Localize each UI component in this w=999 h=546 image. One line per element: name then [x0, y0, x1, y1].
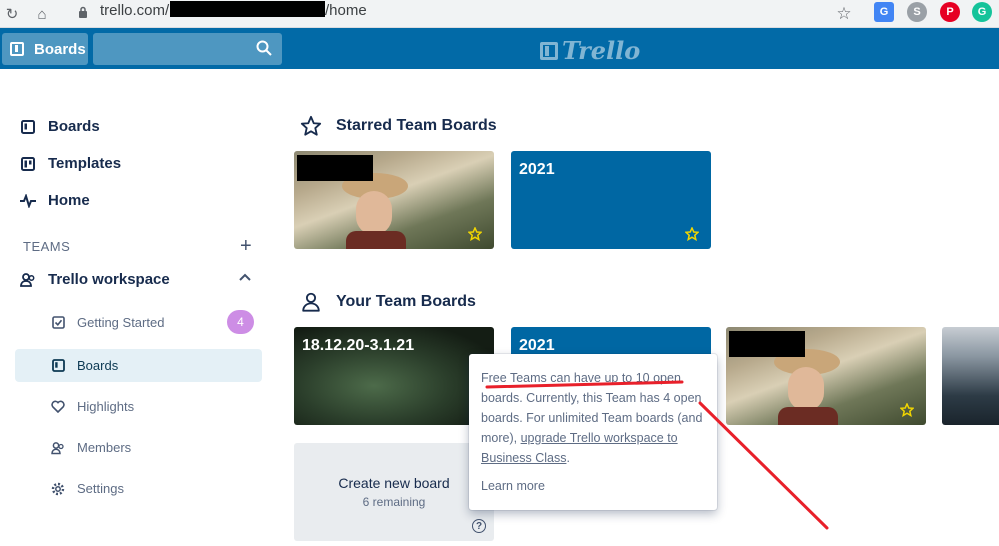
- redacted-board-title: [297, 155, 373, 181]
- pinterest-extension-icon[interactable]: P: [940, 2, 960, 22]
- star-icon[interactable]: [900, 403, 914, 417]
- grammarly-extension-icon[interactable]: G: [972, 2, 992, 22]
- url-prefix[interactable]: trello.com/: [100, 2, 169, 19]
- home-icon[interactable]: ⌂: [32, 4, 52, 24]
- board-background: [356, 191, 392, 235]
- board-tile[interactable]: 2021: [511, 151, 711, 249]
- add-team-icon[interactable]: +: [240, 236, 252, 256]
- boards-remaining: 6 remaining: [362, 495, 426, 509]
- board-title: 18.12.20-3.1.21: [302, 337, 415, 354]
- sidebar-item-team-boards[interactable]: Boards: [15, 349, 262, 382]
- star-outline-icon: [300, 115, 322, 136]
- teams-section-label: TEAMS: [23, 239, 71, 254]
- sidebar-item-boards[interactable]: Boards: [20, 118, 100, 135]
- sidebar-item-label: Getting Started: [77, 315, 165, 330]
- board-tile[interactable]: [294, 151, 494, 249]
- sidebar-item-label: Boards: [48, 118, 100, 135]
- team-icon: [20, 272, 35, 287]
- browser-toolbar: ↻ ⌂ trello.com/ /home ☆ G S P G: [0, 0, 999, 28]
- heart-icon: [51, 400, 65, 414]
- sidebar-item-label: Highlights: [77, 399, 135, 414]
- activity-icon: [20, 193, 36, 209]
- board-icon: [10, 42, 24, 56]
- create-board-tile[interactable]: Create new board 6 remaining ?: [294, 443, 494, 541]
- search-box[interactable]: [93, 33, 282, 65]
- translate-extension-icon[interactable]: G: [874, 2, 894, 22]
- trello-logo[interactable]: Trello: [540, 36, 640, 65]
- sidebar-item-settings[interactable]: Settings: [15, 472, 262, 505]
- popover-text-end: .: [566, 451, 570, 465]
- sidebar-item-highlights[interactable]: Highlights: [15, 390, 262, 423]
- star-icon[interactable]: [685, 227, 699, 241]
- reload-icon[interactable]: ↻: [2, 4, 22, 24]
- sidebar-item-getting-started[interactable]: Getting Started: [15, 306, 262, 339]
- bookmark-star-icon[interactable]: ☆: [834, 4, 854, 24]
- board-icon: [51, 359, 65, 373]
- board-background: [788, 367, 824, 411]
- sidebar-item-label: Boards: [77, 358, 119, 373]
- boards-menu-button[interactable]: Boards: [2, 33, 88, 65]
- board-background: [346, 231, 406, 249]
- boards-menu-label: Boards: [34, 40, 86, 58]
- sidebar-item-label: Settings: [77, 481, 124, 496]
- board-tile[interactable]: 18.12.20-3.1.21: [294, 327, 494, 425]
- search-icon[interactable]: [256, 40, 272, 56]
- help-icon[interactable]: ?: [472, 519, 486, 533]
- board-title: 2021: [519, 161, 555, 178]
- workspace-header[interactable]: Trello workspace: [20, 271, 170, 288]
- section-title: Starred Team Boards: [336, 117, 497, 134]
- learn-more-link[interactable]: Learn more: [481, 476, 705, 496]
- redacted-url-segment: [170, 1, 325, 17]
- star-icon[interactable]: [468, 227, 482, 241]
- trello-logo-icon: [540, 41, 558, 60]
- board-title: 2021: [519, 337, 555, 354]
- trello-logo-text: Trello: [562, 36, 641, 65]
- search-input[interactable]: [93, 33, 253, 65]
- skype-extension-icon[interactable]: S: [907, 2, 927, 22]
- chevron-up-icon[interactable]: [238, 270, 252, 284]
- board-tile[interactable]: [942, 327, 999, 425]
- sidebar-item-label: Templates: [48, 155, 122, 172]
- team-boards-heading: Your Team Boards: [300, 291, 476, 313]
- sidebar-item-label: Home: [48, 192, 90, 209]
- checkbox-icon: [51, 316, 65, 330]
- team-limit-popover: Free Teams can have up to 10 open boards…: [469, 354, 717, 510]
- board-tile[interactable]: [726, 327, 926, 425]
- redacted-board-title: [729, 331, 805, 357]
- app-header: Boards Trello: [0, 28, 999, 69]
- create-board-label: Create new board: [338, 475, 450, 491]
- section-title: Your Team Boards: [336, 293, 476, 310]
- sidebar-item-home[interactable]: Home: [20, 192, 90, 209]
- workspace-name: Trello workspace: [48, 271, 170, 288]
- sidebar-item-label: Members: [77, 440, 132, 455]
- url-suffix[interactable]: /home: [325, 2, 367, 19]
- template-icon: [20, 156, 36, 172]
- sidebar-item-members[interactable]: Members: [15, 431, 262, 464]
- lock-icon: [79, 6, 87, 18]
- notification-badge: 4: [227, 310, 254, 334]
- person-icon: [302, 292, 320, 312]
- members-icon: [51, 441, 65, 455]
- gear-icon: [51, 482, 65, 496]
- starred-boards-heading: Starred Team Boards: [300, 115, 497, 137]
- board-icon: [20, 119, 36, 135]
- board-background: [778, 407, 838, 425]
- sidebar-item-templates[interactable]: Templates: [20, 155, 121, 172]
